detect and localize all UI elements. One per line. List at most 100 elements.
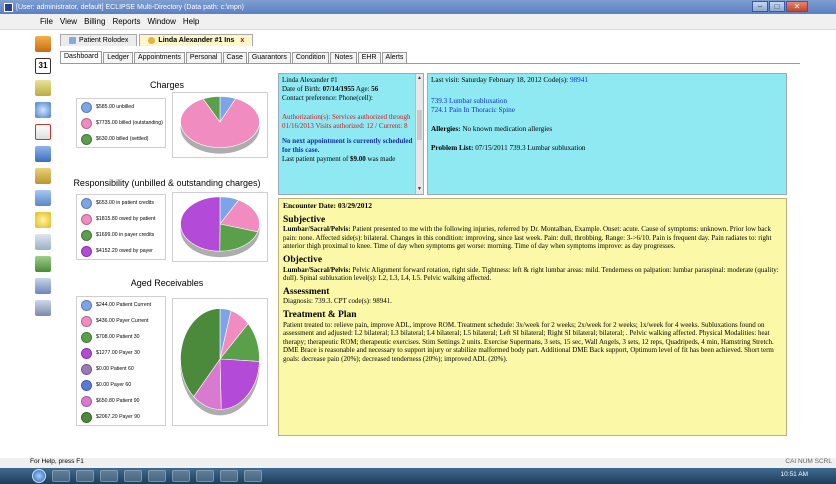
subjective-text: Lumbar/Sacral/Pelvis: Patient presented … [283,225,782,251]
tab-patient-rolodex[interactable]: Patient Rolodex [60,34,138,46]
subjective-lead: Lumbar/Sacral/Pelvis: [283,225,351,234]
allergies: Allergies: No known medication allergies [431,125,783,134]
legend-swatch [81,229,92,241]
tab-ehr[interactable]: EHR [357,52,381,63]
taskbar-item[interactable] [244,470,262,482]
taskbar-item[interactable] [52,470,70,482]
maximize-button[interactable]: □ [769,1,785,12]
objective-lead: Lumbar/Sacral/Pelvis: [283,265,351,274]
aged-pie-chart [172,298,268,426]
taskbar-item[interactable] [76,470,94,482]
legend-label: $708.00 Patient 30 [96,334,140,340]
tab-notes[interactable]: Notes [330,52,357,63]
no-appointment-text: No next appointment is currently schedul… [282,137,413,154]
contact-preference: Contact preference: Phone(cell): [282,94,373,102]
calendar-grid-icon[interactable] [35,146,51,162]
tab-label: Patient Rolodex [79,37,129,44]
problems-label: Problem List: [431,144,474,152]
menu-help[interactable]: Help [183,17,199,26]
legend-item: $1277.00 Payer 30 [77,345,165,361]
menu-view[interactable]: View [60,17,77,26]
legend-item: $1815.80 owed by patient [77,211,165,227]
exit-icon[interactable] [35,278,51,294]
charges-title: Charges [149,80,185,90]
tab-linda-alexander[interactable]: Linda Alexander #1 Ins x [139,34,254,46]
taskbar-item[interactable] [124,470,142,482]
minimize-button[interactable]: – [752,1,768,12]
tab-personal[interactable]: Personal [185,52,222,63]
search-icon[interactable] [35,102,51,118]
scroll-down-icon[interactable]: ▼ [416,185,423,194]
page-icon[interactable] [35,234,51,250]
close-tab-icon[interactable]: x [240,37,244,44]
legend-item: $585.00 unbilled [77,99,165,115]
legend-swatch [81,245,92,257]
assessment-heading: Assessment [283,286,330,297]
objective-body: Pelvic Alignment forward rotation, right… [283,265,779,283]
diagnosis-code[interactable]: 724.1 Pain In Thoracic Spine [431,106,783,115]
legend-label: $436.00 Payer Current [96,318,149,324]
calendar-icon[interactable]: 31 [35,58,51,74]
legend-swatch [81,363,92,375]
legend-swatch [81,347,92,359]
taskbar-item[interactable] [148,470,166,482]
legend-swatch [81,213,92,225]
folder-icon[interactable] [35,168,51,184]
start-button[interactable] [32,469,46,483]
last-visit-code[interactable]: 98941 [570,76,588,84]
taskbar-item[interactable] [100,470,118,482]
allergies-label: Allergies: [431,125,461,133]
taskbar-item[interactable] [172,470,190,482]
scroll-thumb[interactable] [417,110,422,140]
taskbar-item[interactable] [220,470,238,482]
notes-icon[interactable] [35,80,51,96]
taskbar-item[interactable] [196,470,214,482]
menu-reports[interactable]: Reports [112,17,140,26]
legend-label: $585.00 unbilled [96,104,135,110]
subjective-heading: Subjective [283,214,326,225]
legend-item: $244.00 Patient Current [77,297,165,313]
legend-item: $630.00 billed (settled) [77,131,165,147]
menu-billing[interactable]: Billing [84,17,105,26]
tab-case[interactable]: Case [222,52,247,63]
pen-icon[interactable] [35,300,51,316]
legend-item: $4152.20 owed by payer [77,243,165,259]
encounter-date: Encounter Date: 03/29/2012 [283,201,373,210]
legend-label: $0.00 Patient 60 [96,366,134,372]
status-indicators: CAI NUM SCRL [785,458,832,465]
legend-swatch [81,133,92,145]
close-button[interactable]: ✕ [786,1,808,12]
scroll-up-icon[interactable]: ▲ [416,74,423,83]
app-logo-icon[interactable] [35,36,51,52]
menu-window[interactable]: Window [147,17,175,26]
lightbulb-icon[interactable] [35,212,51,228]
responsibility-pie-chart [172,192,268,262]
tab-dashboard[interactable]: Dashboard [60,51,103,63]
money-icon[interactable] [35,256,51,272]
patient-dob: Date of Birth: 07/14/1955 Age: 56 [282,85,420,94]
legend-item: $0.00 Patient 60 [77,361,165,377]
tab-alerts[interactable]: Alerts [381,52,408,63]
aged-legend: $244.00 Patient Current $436.00 Payer Cu… [76,296,166,426]
patient-info-scrollbar[interactable]: ▲ ▼ [415,74,423,194]
tab-ledger[interactable]: Ledger [103,52,134,63]
diagnosis-code[interactable]: 739.3 Lumbar subluxation [431,97,783,106]
tab-guarantors[interactable]: Guarantors [247,52,291,63]
problem-list: Problem List: 07/15/2011 739.3 Lumbar su… [431,144,783,153]
menu-file[interactable]: File [40,17,53,26]
age-value: 56 [371,85,379,93]
legend-item: $7735.00 billed (outstanding) [77,115,165,131]
tab-condition[interactable]: Condition [291,52,330,63]
treatment-text: Patient treated to: relieve pain, improv… [283,320,774,363]
legend-label: $4152.20 owed by payer [96,248,153,254]
document-x-icon[interactable] [35,124,51,140]
charges-pie [180,96,260,154]
chart-icon[interactable] [35,190,51,206]
document-tabs: Patient Rolodex Linda Alexander #1 Ins x [60,33,800,46]
patient-info-panel: Linda Alexander #1 Date of Birth: 07/14/… [278,73,424,195]
tab-appointments[interactable]: Appointments [134,52,185,63]
legend-label: $1815.80 owed by patient [96,216,156,222]
legend-label: $2067.20 Payer 90 [96,414,140,420]
last-visit: Last visit: Saturday February 18, 2012 C… [431,76,783,85]
clock[interactable]: 10:51 AM [781,471,808,478]
